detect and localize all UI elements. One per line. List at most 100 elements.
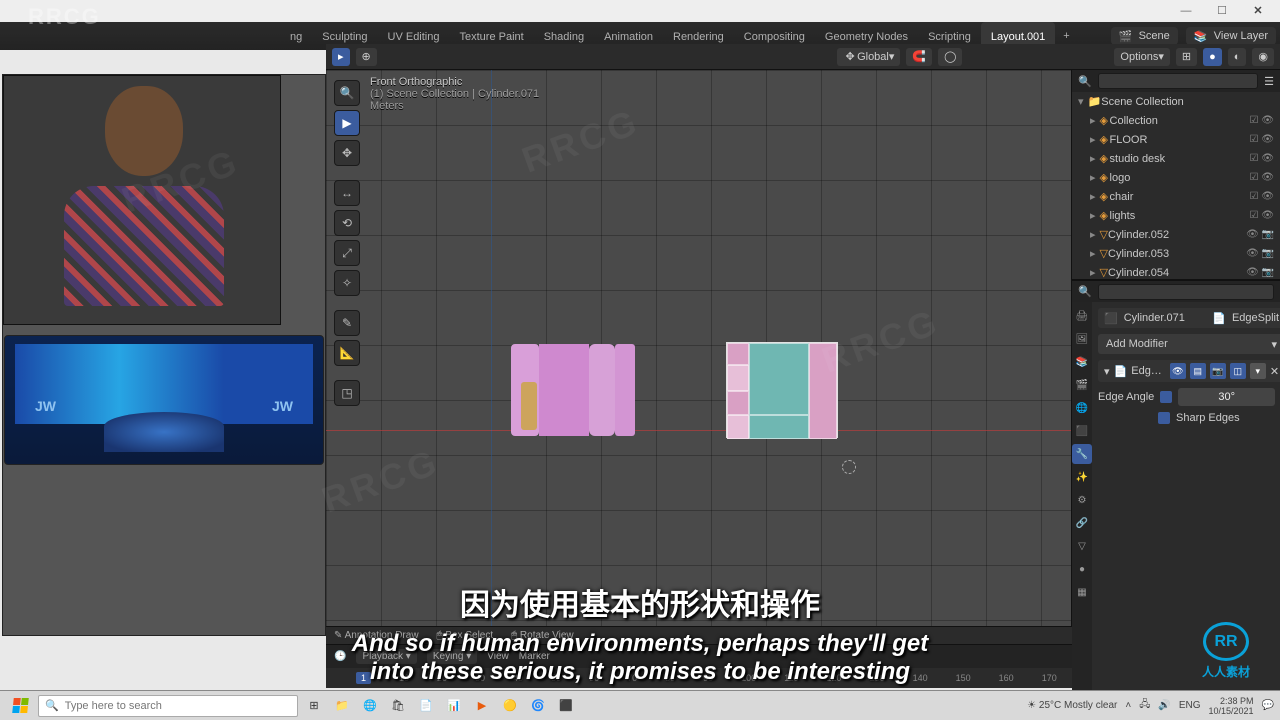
prop-tab-mesh-icon[interactable]: ▽: [1072, 536, 1092, 556]
measure-tool-icon[interactable]: 📐: [334, 340, 360, 366]
window-minimize-button[interactable]: —: [1168, 1, 1204, 21]
tray-chevron-up-icon[interactable]: ˄: [1125, 700, 1131, 711]
tray-notifications-icon[interactable]: 💬: [1262, 700, 1274, 711]
prop-tab-scene-icon[interactable]: 🎬: [1072, 375, 1092, 395]
window-maximize-button[interactable]: ☐: [1204, 1, 1240, 21]
outliner-item[interactable]: ▸▽Cylinder.053👁 📷: [1072, 244, 1280, 263]
outliner-item[interactable]: ▸▽Cylinder.052👁 📷: [1072, 225, 1280, 244]
sharp-edges-label: Sharp Edges: [1176, 412, 1240, 424]
window-close-button[interactable]: ✕: [1240, 1, 1276, 21]
close-icon[interactable]: ✕: [1270, 365, 1279, 378]
edge-angle-label: Edge Angle: [1098, 391, 1154, 403]
taskbar-search-input[interactable]: 🔍 Type here to search: [38, 695, 298, 717]
outliner-item[interactable]: ▸▽Cylinder.054👁 📷: [1072, 263, 1280, 280]
viewport-toolbar: 🔍 ▶ ✥ ↔ ⟲ ⤢ ✧ ✎ 📐 ◳: [334, 80, 360, 406]
scale-tool-icon[interactable]: ⤢: [334, 240, 360, 266]
options-dropdown[interactable]: Options ▾: [1114, 48, 1169, 66]
shading-rendered-icon[interactable]: ◉: [1252, 48, 1274, 66]
modifier-name-short: Edg…: [1131, 365, 1162, 377]
mod-vis-realtime-icon[interactable]: 👁: [1170, 363, 1186, 379]
edge-angle-checkbox[interactable]: [1160, 391, 1172, 403]
viewport-mesh-a[interactable]: [511, 344, 641, 436]
select-box-tool[interactable]: ▶: [334, 110, 360, 136]
add-primitive-tool-icon[interactable]: ◳: [334, 380, 360, 406]
timeline-editor-icon[interactable]: 🕒: [334, 651, 346, 662]
view-layer-selector[interactable]: 📚 View Layer: [1186, 27, 1276, 45]
outliner-search-input[interactable]: [1098, 73, 1258, 89]
edge-angle-value[interactable]: 30°: [1178, 388, 1275, 406]
mod-extra-icon[interactable]: ▾: [1250, 363, 1266, 379]
prop-tab-constraints-icon[interactable]: 🔗: [1072, 513, 1092, 533]
prop-tab-render-icon[interactable]: 🖨: [1072, 306, 1092, 326]
filter-icon[interactable]: ☰: [1264, 75, 1274, 88]
prop-tab-particles-icon[interactable]: ✨: [1072, 467, 1092, 487]
frame-tick: 170: [1042, 673, 1057, 683]
outliner-item[interactable]: ▸◈chair☑ 👁: [1072, 187, 1280, 206]
outliner-item[interactable]: ▸◈FLOOR☑ 👁: [1072, 130, 1280, 149]
sharp-edges-checkbox[interactable]: [1158, 412, 1170, 424]
disclosure-icon[interactable]: ▾: [1078, 95, 1084, 108]
select-tool-icon[interactable]: ▸: [332, 48, 350, 66]
taskbar-app-other-icon[interactable]: ⬛: [554, 694, 578, 718]
proportional-toggle[interactable]: ◯: [938, 48, 962, 66]
shading-wireframe-icon[interactable]: ⊞: [1176, 48, 1197, 66]
system-tray[interactable]: ☀ 25°C Mostly clear ˄ 🖧 🔊 ENG 2:38 PM10/…: [1027, 696, 1274, 716]
outliner-panel: 🔍 ☰ ▾ 📁 Scene Collection ▸◈Collection☑ 👁…: [1072, 70, 1280, 280]
orientation-dropdown[interactable]: ✥ Global ▾: [837, 48, 900, 66]
add-modifier-button[interactable]: Add Modifier ▾: [1098, 334, 1280, 354]
taskbar-app-edge-icon[interactable]: 🌐: [358, 694, 382, 718]
shading-matprev-icon[interactable]: ◐: [1228, 48, 1247, 66]
tray-lang-icon[interactable]: ENG: [1179, 700, 1201, 711]
outliner-item[interactable]: ▸◈lights☑ 👁: [1072, 206, 1280, 225]
weather-widget[interactable]: ☀ 25°C Mostly clear: [1027, 700, 1117, 711]
tab-unknown[interactable]: ng: [280, 22, 312, 50]
snap-toggle[interactable]: 🧲: [906, 48, 932, 66]
search-placeholder: Type here to search: [65, 700, 162, 712]
prop-tab-object-icon[interactable]: ⬛: [1072, 421, 1092, 441]
tray-volume-icon[interactable]: 🔊: [1158, 700, 1170, 711]
scene-selector[interactable]: 🎬 Scene: [1111, 27, 1178, 45]
outliner-item-label: Cylinder.054: [1108, 267, 1224, 279]
start-button[interactable]: [6, 695, 34, 717]
cursor-tool-icon[interactable]: ⊕: [356, 48, 377, 66]
3d-viewport[interactable]: D: 5.632 m (5.632 m) along global X 🔍 ▶ …: [326, 70, 1072, 644]
move-tool-icon[interactable]: ↔: [334, 180, 360, 206]
rotate-tool-icon[interactable]: ⟲: [334, 210, 360, 236]
properties-breadcrumb[interactable]: ⬛ Cylinder.071 📄 EdgeSplit: [1098, 308, 1280, 328]
task-view-icon[interactable]: ⊞: [302, 694, 326, 718]
clock[interactable]: 2:38 PM10/15/2021: [1209, 696, 1254, 716]
prop-tab-modifiers-icon[interactable]: 🔧: [1072, 444, 1092, 464]
prop-tab-output-icon[interactable]: 🖼: [1072, 329, 1092, 349]
taskbar-app-store-icon[interactable]: 🛍: [386, 694, 410, 718]
prop-tab-texture-icon[interactable]: ▦: [1072, 582, 1092, 602]
taskbar-app-word-icon[interactable]: 📄: [414, 694, 438, 718]
tray-network-icon[interactable]: 🖧: [1139, 697, 1150, 714]
outliner-item[interactable]: ▸◈Collection☑ 👁: [1072, 111, 1280, 130]
view-units: Meters: [370, 100, 539, 112]
mod-vis-render-icon[interactable]: 📷: [1210, 363, 1226, 379]
shading-solid-icon[interactable]: ●: [1203, 48, 1222, 66]
taskbar-app-vlc-icon[interactable]: ▶: [470, 694, 494, 718]
properties-search-input[interactable]: [1098, 284, 1274, 300]
outliner-item[interactable]: ▸◈logo☑ 👁: [1072, 168, 1280, 187]
prop-tab-world-icon[interactable]: 🌐: [1072, 398, 1092, 418]
modifier-edgesplit-row[interactable]: ▾ 📄 Edg… 👁 ▤ 📷 ◫ ▾ ✕: [1098, 360, 1280, 382]
transform-tool-icon[interactable]: ✧: [334, 270, 360, 296]
prop-tab-physics-icon[interactable]: ⚙: [1072, 490, 1092, 510]
outliner-root[interactable]: ▾ 📁 Scene Collection: [1072, 92, 1280, 111]
taskbar-app-ppt-icon[interactable]: 📊: [442, 694, 466, 718]
frame-tick: 160: [999, 673, 1014, 683]
outliner-item[interactable]: ▸◈studio desk☑ 👁: [1072, 149, 1280, 168]
zoom-tool-icon[interactable]: 🔍: [334, 80, 360, 106]
mod-vis-cage-icon[interactable]: ◫: [1230, 363, 1246, 379]
prop-tab-viewlayer-icon[interactable]: 📚: [1072, 352, 1092, 372]
taskbar-app-explorer-icon[interactable]: 📁: [330, 694, 354, 718]
taskbar-app-blender-icon[interactable]: 🌀: [526, 694, 550, 718]
orientation-label: Global: [857, 51, 889, 63]
mod-vis-edit-icon[interactable]: ▤: [1190, 363, 1206, 379]
taskbar-app-chrome-icon[interactable]: 🟡: [498, 694, 522, 718]
prop-tab-material-icon[interactable]: ●: [1072, 559, 1092, 579]
disclosure-icon[interactable]: ▾: [1104, 365, 1110, 378]
annotate-tool-icon[interactable]: ✎: [334, 310, 360, 336]
cursor-tool[interactable]: ✥: [334, 140, 360, 166]
